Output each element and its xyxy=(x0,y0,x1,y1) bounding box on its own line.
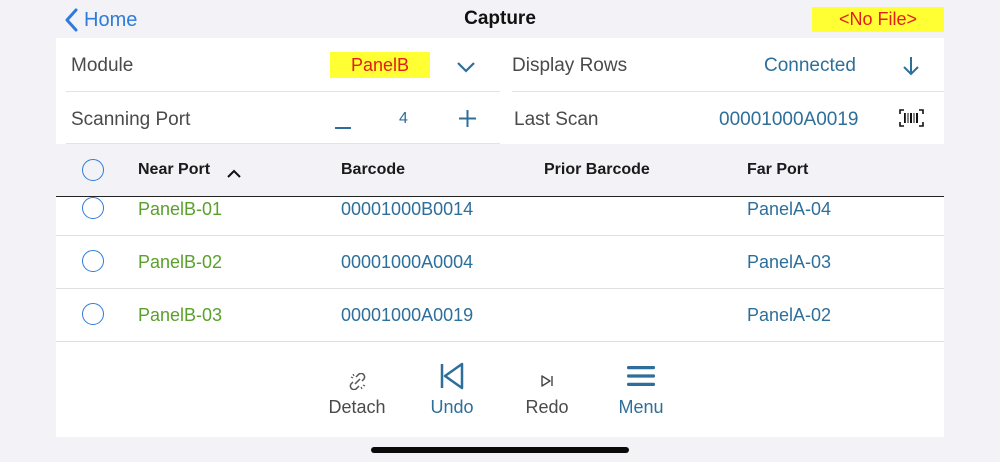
detach-button[interactable]: Detach xyxy=(312,342,402,437)
near-port-cell: PanelB-02 xyxy=(138,252,223,272)
barcode-scan-button[interactable] xyxy=(899,109,924,132)
table-header: Near Port Barcode Prior Barcode Far Port xyxy=(56,145,944,197)
table-row[interactable]: PanelB-02 00001000A0004 PanelA-03 xyxy=(56,236,944,289)
menu-label: Menu xyxy=(618,397,664,417)
download-button[interactable] xyxy=(902,56,920,81)
far-port-cell: PanelA-02 xyxy=(747,305,832,325)
table-body: PanelB-01 00001000B0014 PanelA-04 PanelB… xyxy=(56,197,944,342)
column-header-barcode[interactable]: Barcode xyxy=(341,161,405,179)
plus-icon xyxy=(459,110,476,127)
row-select-radio[interactable] xyxy=(82,250,104,272)
plus-button[interactable] xyxy=(458,109,477,133)
column-header-near-port[interactable]: Near Port xyxy=(138,161,210,179)
row-select-radio[interactable] xyxy=(82,197,104,219)
navigation-bar: Home Capture <No File> xyxy=(0,0,1000,38)
sort-button[interactable] xyxy=(227,165,241,183)
broken-link-icon xyxy=(349,373,365,390)
settings-panel: Module Scanning Port 4 Display Rows Conn… xyxy=(56,38,944,144)
table-row[interactable]: PanelB-01 00001000B0014 PanelA-04 xyxy=(56,197,944,236)
divider xyxy=(66,143,500,144)
near-port-cell: PanelB-01 xyxy=(138,199,223,219)
far-port-cell: PanelA-03 xyxy=(747,252,832,272)
far-port-cell: PanelA-04 xyxy=(747,199,832,219)
display-rows-value[interactable]: Connected xyxy=(764,55,856,77)
hamburger-icon xyxy=(627,366,655,386)
scanning-port-value: 4 xyxy=(399,110,408,127)
module-label: Module xyxy=(71,55,134,76)
redo-label: Redo xyxy=(525,397,569,417)
bottom-toolbar: Detach Undo Redo Menu xyxy=(56,342,944,437)
home-indicator[interactable] xyxy=(371,447,629,453)
file-badge[interactable]: <No File> xyxy=(812,7,944,32)
column-header-far-port[interactable]: Far Port xyxy=(747,161,808,179)
last-scan-label: Last Scan xyxy=(514,109,599,130)
undo-button[interactable]: Undo xyxy=(407,342,497,437)
divider xyxy=(66,91,500,92)
detach-label: Detach xyxy=(328,397,386,417)
last-scan-value: 00001000A0019 xyxy=(719,109,859,130)
chevron-down-icon xyxy=(457,62,475,73)
barcode-cell: 00001000A0019 xyxy=(341,305,474,325)
minus-icon xyxy=(335,127,351,129)
redo-button[interactable]: Redo xyxy=(502,342,592,437)
barcode-cell: 00001000A0004 xyxy=(341,252,474,272)
table-row[interactable]: PanelB-03 00001000A0019 PanelA-02 xyxy=(56,289,944,342)
chevron-up-icon xyxy=(227,169,241,178)
divider xyxy=(512,91,944,92)
minus-button[interactable] xyxy=(334,117,352,135)
skip-back-icon xyxy=(440,362,464,390)
menu-button[interactable]: Menu xyxy=(596,342,686,437)
module-dropdown[interactable] xyxy=(457,60,475,78)
arrow-down-icon xyxy=(903,57,919,76)
skip-forward-icon xyxy=(541,375,553,387)
barcode-icon xyxy=(899,109,924,127)
module-select[interactable]: PanelB xyxy=(330,52,430,78)
row-select-radio[interactable] xyxy=(82,303,104,325)
barcode-cell: 00001000B0014 xyxy=(341,199,474,219)
select-all-radio[interactable] xyxy=(82,159,104,181)
scanning-port-label: Scanning Port xyxy=(71,109,191,130)
column-header-prior-barcode[interactable]: Prior Barcode xyxy=(544,161,650,179)
undo-label: Undo xyxy=(430,397,474,417)
near-port-cell: PanelB-03 xyxy=(138,305,223,325)
display-rows-label: Display Rows xyxy=(512,55,628,76)
